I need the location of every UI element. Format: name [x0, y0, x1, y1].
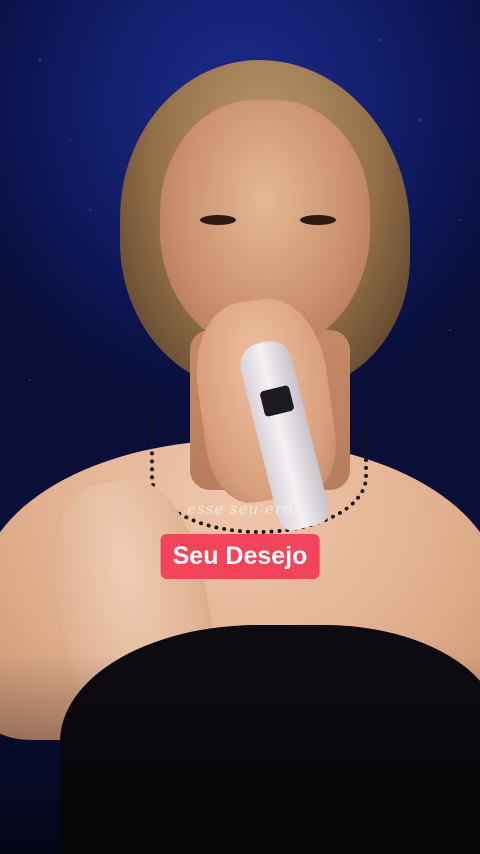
bottom-gradient-overlay	[0, 654, 480, 854]
song-title-badge: Seu Desejo	[160, 534, 320, 579]
video-frame[interactable]: esse seu ero Seu Desejo	[0, 0, 480, 854]
lyric-subtitle: esse seu ero	[187, 500, 293, 518]
singer-right-eye	[300, 215, 336, 225]
singer-left-eye	[200, 215, 236, 225]
